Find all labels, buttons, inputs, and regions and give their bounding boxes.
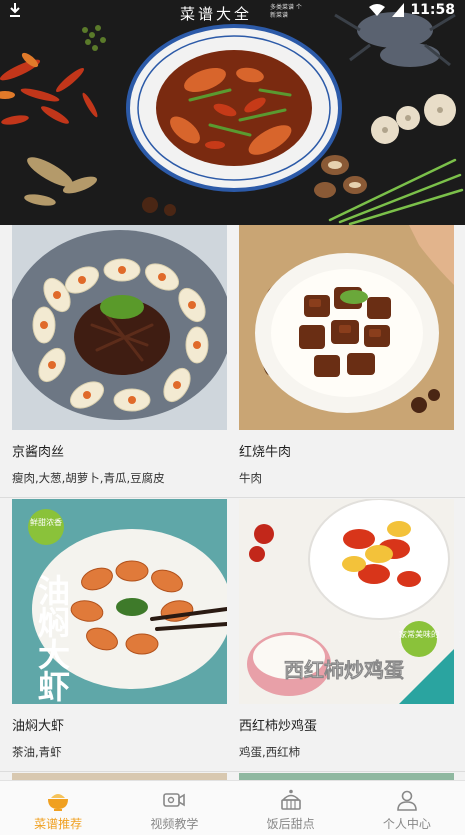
recipe-card[interactable]: 鲜甜浓香 油焖大虾 油焖大虾 茶油,青虾 [12, 499, 227, 769]
recipe-ingredients: 茶油,青虾 [12, 745, 62, 759]
wifi-icon [369, 4, 386, 16]
recipe-ingredients: 瘦肉,大葱,胡萝卜,青瓜,豆腐皮 [12, 471, 165, 485]
recipe-card[interactable]: 家常美味的 西红柿炒鸡蛋 西红柿炒鸡蛋 鸡蛋,西红柿 [239, 499, 454, 769]
recipe-ingredients: 牛肉 [239, 471, 262, 485]
status-icons: 11:58 [368, 2, 455, 18]
braised-prawns-dish-photo: 鲜甜浓香 油焖大虾 [12, 499, 227, 704]
tab-profile[interactable]: 个人中心 [349, 781, 465, 835]
recipe-bowl-icon [48, 794, 69, 811]
recipe-card-partial[interactable] [12, 773, 227, 780]
tab-label: 饭后甜点 [266, 817, 315, 831]
app-logo: 菜谱大全 [180, 5, 253, 23]
tab-label: 个人中心 [382, 817, 431, 831]
header-banner[interactable]: 菜谱大全 多类菜谱 个新菜谱 11:58 [0, 0, 465, 225]
app-root: 菜谱大全 多类菜谱 个新菜谱 11:58 京酱肉丝 瘦肉,大葱,胡萝卜,青瓜,豆… [0, 0, 465, 835]
tomato-egg-dish-photo: 家常美味的 西红柿炒鸡蛋 [239, 499, 454, 704]
braised-beef-dish-photo [239, 225, 454, 430]
row-divider [0, 497, 465, 498]
photo-badge: 鲜甜浓香 [30, 517, 62, 527]
photo-caption: 油焖大虾 [33, 574, 71, 702]
app-logo-subtitle: 多类菜谱 个新菜谱 [270, 4, 302, 19]
tab-label: 视频教学 [150, 817, 199, 831]
status-time: 11:58 [410, 2, 455, 18]
recipe-card[interactable]: 红烧牛肉 牛肉 [239, 225, 454, 495]
recipe-name: 西红柿炒鸡蛋 [239, 719, 318, 734]
recipe-name: 京酱肉丝 [12, 445, 65, 460]
recipe-card-partial[interactable] [239, 773, 454, 780]
tab-label: 菜谱推荐 [34, 817, 83, 831]
recipe-card[interactable]: 京酱肉丝 瘦肉,大葱,胡萝卜,青瓜,豆腐皮 [12, 225, 227, 495]
recipe-grid: 京酱肉丝 瘦肉,大葱,胡萝卜,青瓜,豆腐皮 红烧牛肉 牛肉 鲜甜浓香 油焖大虾 … [0, 225, 465, 780]
tab-dessert[interactable]: 饭后甜点 [233, 781, 349, 835]
row-divider [0, 771, 465, 772]
shredded-pork-dish-photo [12, 225, 227, 430]
bottom-tab-bar: 菜谱推荐 视频教学 饭后甜点 个人中心 [0, 780, 465, 835]
banner-food-illustration [0, 0, 465, 225]
recipe-name: 红烧牛肉 [239, 445, 292, 460]
recipe-ingredients: 鸡蛋,西红柿 [239, 745, 301, 759]
tab-video-tutorial[interactable]: 视频教学 [116, 781, 232, 835]
cake-icon [280, 789, 301, 810]
tab-recipe-recommend[interactable]: 菜谱推荐 [0, 781, 116, 835]
person-icon [397, 790, 417, 811]
video-camera-icon [163, 793, 186, 807]
status-bar: 菜谱大全 多类菜谱 个新菜谱 11:58 [0, 0, 465, 23]
photo-badge: 家常美味的 [399, 629, 439, 639]
recipe-name: 油焖大虾 [12, 719, 65, 734]
photo-caption: 西红柿炒鸡蛋 [284, 658, 404, 682]
signal-icon [392, 3, 405, 17]
download-icon [10, 3, 20, 17]
